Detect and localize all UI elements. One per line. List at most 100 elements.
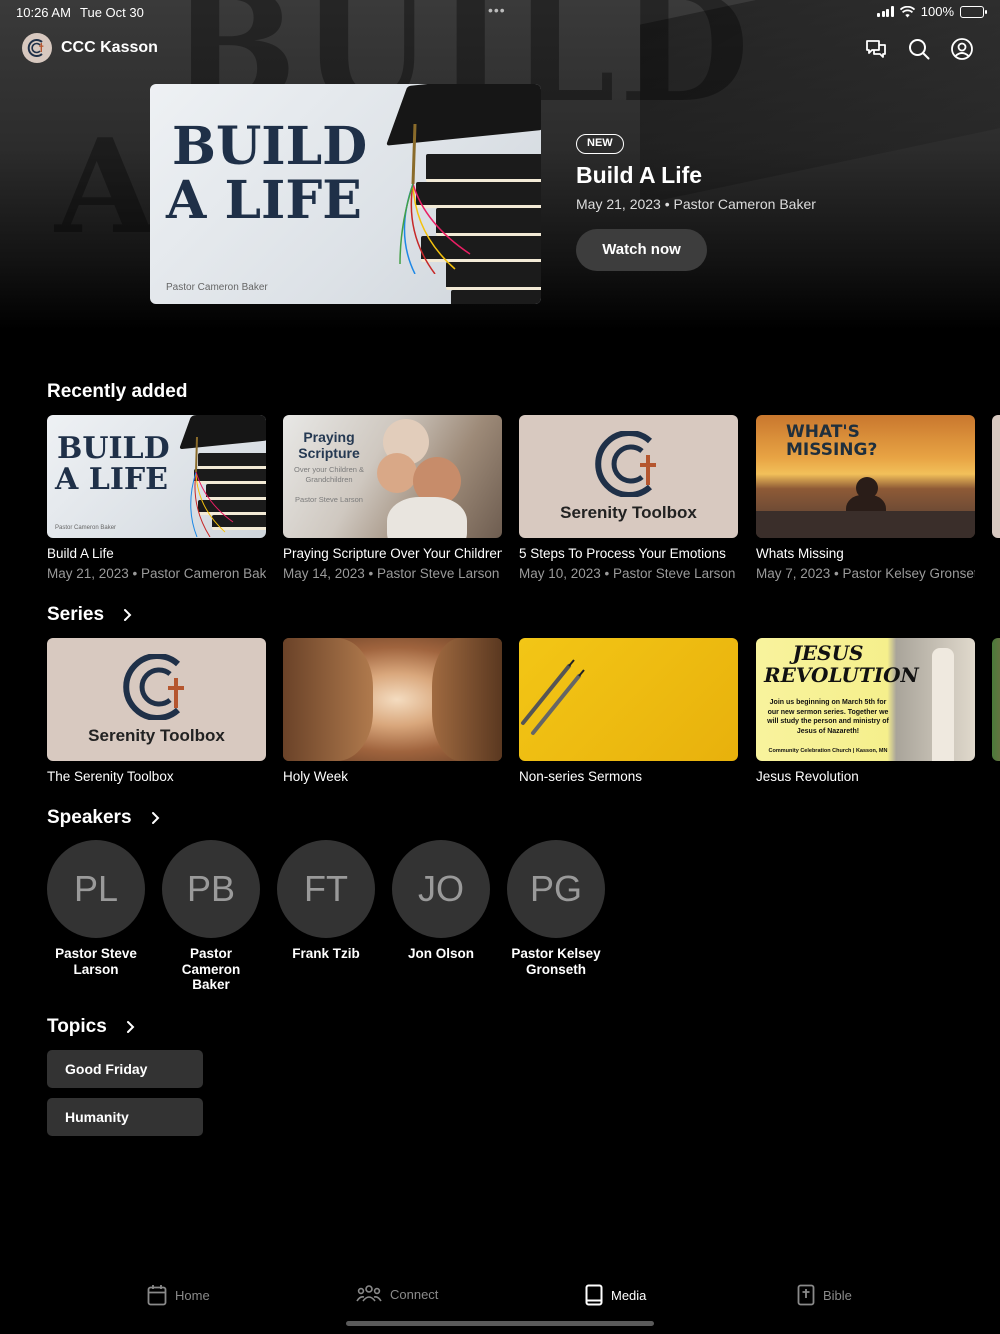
tab-label: Connect <box>390 1286 439 1302</box>
speaker-avatar: PL <box>47 840 145 938</box>
series-card[interactable]: JESUS REVOLUTION Join us beginning on Ma… <box>756 638 975 784</box>
speaker-avatar: JO <box>392 840 490 938</box>
recent-card-overflow[interactable] <box>992 415 1000 538</box>
chevron-right-icon[interactable] <box>148 811 162 825</box>
tab-label: Home <box>175 1287 210 1303</box>
thumbnail-signature: Pastor Steve Larson <box>295 495 363 504</box>
recent-card[interactable]: Serenity Toolbox 5 Steps To Process Your… <box>519 415 738 581</box>
topics-title: Topics <box>47 1016 107 1037</box>
series-card[interactable]: Non-series Sermons <box>519 638 738 784</box>
tab-connect[interactable]: Connect <box>356 1284 438 1304</box>
church-logo-icon[interactable] <box>22 33 52 63</box>
card-meta: May 10, 2023 • Pastor Steve Larson <box>519 566 736 581</box>
card-title: Praying Scripture Over Your Children <box>283 546 502 561</box>
card-meta: May 7, 2023 • Pastor Kelsey Gronseth <box>756 566 975 581</box>
tab-label: Bible <box>823 1287 852 1303</box>
series-card[interactable]: Serenity Toolbox The Serenity Toolbox <box>47 638 266 784</box>
featured-art-line1: BUILD <box>172 116 368 177</box>
speaker-name: Frank Tzib <box>292 946 360 961</box>
thumbnail-title: Serenity Toolbox <box>560 502 697 522</box>
search-icon[interactable] <box>907 37 931 61</box>
topic-chip[interactable]: Humanity <box>47 1098 203 1136</box>
photo-clothing <box>387 497 467 538</box>
speaker-item[interactable]: FT Frank Tzib <box>268 840 384 962</box>
card-title: 5 Steps To Process Your Emotions <box>519 546 726 561</box>
cellular-signal-icon <box>877 6 894 17</box>
multitasking-dots-icon[interactable]: ••• <box>488 2 506 18</box>
series-thumbnail: Serenity Toolbox <box>47 638 266 761</box>
chevron-right-icon[interactable] <box>123 1020 137 1034</box>
card-meta: May 21, 2023 • Pastor Cameron Baker <box>47 566 266 581</box>
thumbnail-body: Join us beginning on March 5th for our n… <box>767 699 889 735</box>
card-title: The Serenity Toolbox <box>47 769 174 784</box>
recent-art-line2: A LIFE <box>55 462 169 497</box>
featured-art-signature: Pastor Cameron Baker <box>166 282 268 293</box>
series-title: Series <box>47 604 105 625</box>
tassel-image <box>190 437 234 537</box>
recent-card[interactable]: BUILD A LIFE Pastor Cameron Baker Build … <box>47 415 266 581</box>
battery-percent: 100% <box>920 4 954 19</box>
speaker-item[interactable]: PB Pastor Cameron Baker <box>153 840 269 993</box>
series-heading[interactable]: Series <box>47 604 134 626</box>
speaker-name: Jon Olson <box>407 946 474 961</box>
status-date: Tue Oct 30 <box>80 5 144 20</box>
featured-title: Build A Life <box>576 162 703 188</box>
profile-icon[interactable] <box>950 37 974 61</box>
watch-now-button[interactable]: Watch now <box>576 229 707 271</box>
series-thumbnail <box>519 638 738 761</box>
recently-added-heading: Recently added <box>47 381 187 403</box>
card-title: Build A Life <box>47 546 114 561</box>
photo-rocks <box>756 511 975 538</box>
recent-card[interactable]: WHAT'S MISSING? Whats Missing May 7, 202… <box>756 415 975 581</box>
series-card-overflow[interactable] <box>992 638 1000 761</box>
featured-art-line2: A LIFE <box>166 170 362 231</box>
people-icon <box>356 1285 382 1302</box>
speaker-item[interactable]: PG Pastor Kelsey Gronseth <box>498 840 614 977</box>
pencils-image <box>521 659 585 735</box>
recent-thumbnail: Serenity Toolbox <box>519 415 738 538</box>
card-title: Whats Missing <box>756 546 844 561</box>
card-title: Non-series Sermons <box>519 769 643 784</box>
featured-thumbnail[interactable]: BUILD A LIFE Pastor Cameron Baker <box>150 84 541 304</box>
speakers-heading[interactable]: Speakers <box>47 807 162 829</box>
topics-heading[interactable]: Topics <box>47 1016 137 1038</box>
recent-thumbnail: BUILD A LIFE Pastor Cameron Baker <box>47 415 266 538</box>
card-title: Holy Week <box>283 769 349 784</box>
tab-media[interactable]: Media <box>585 1284 646 1306</box>
thumbnail-title: WHAT'S MISSING? <box>786 422 878 460</box>
series-thumbnail: JESUS REVOLUTION Join us beginning on Ma… <box>756 638 975 761</box>
recent-card[interactable]: Praying Scripture Over your Children & G… <box>283 415 502 581</box>
speaker-item[interactable]: PL Pastor Steve Larson <box>38 840 154 977</box>
speaker-item[interactable]: JO Jon Olson <box>383 840 499 962</box>
series-card[interactable]: Holy Week <box>283 638 502 784</box>
thumbnail-footer: Community Celebration Church | Kasson, M… <box>768 748 888 754</box>
chevron-right-icon[interactable] <box>120 608 134 622</box>
tab-home[interactable]: Home <box>147 1284 210 1306</box>
thumbnail-title: Praying Scripture <box>298 429 360 461</box>
thumbnail-title: JESUS REVOLUTION <box>764 641 919 687</box>
tassel-image <box>399 124 471 274</box>
chat-icon[interactable] <box>864 37 888 61</box>
card-title: Jesus Revolution <box>756 769 859 784</box>
status-indicators: 100% <box>877 4 987 19</box>
photo-tomb-wall <box>283 638 373 761</box>
speaker-avatar: PG <box>507 840 605 938</box>
featured-meta: May 21, 2023 • Pastor Cameron Baker <box>576 196 816 212</box>
home-indicator[interactable] <box>346 1321 654 1326</box>
card-meta: May 14, 2023 • Pastor Steve Larson <box>283 566 500 581</box>
status-time: 10:26 AM <box>16 5 71 20</box>
serenity-logo-icon <box>122 653 184 720</box>
recent-art-line1: BUILD <box>57 431 170 466</box>
recent-card-overflow-text <box>992 545 1000 585</box>
speaker-avatar: PB <box>162 840 260 938</box>
speaker-name: Pastor Steve Larson <box>55 946 137 977</box>
speakers-title: Speakers <box>47 807 132 828</box>
tab-bible[interactable]: Bible <box>797 1284 852 1306</box>
speaker-name: Pastor Cameron Baker <box>181 946 241 992</box>
series-thumbnail <box>283 638 502 761</box>
app-header: CCC Kasson <box>0 30 1000 68</box>
thumbnail-subtitle: Over your Children & Grandchildren <box>293 465 365 484</box>
battery-icon <box>960 5 987 18</box>
thumbnail-title: Serenity Toolbox <box>88 725 225 745</box>
topic-chip[interactable]: Good Friday <box>47 1050 203 1088</box>
